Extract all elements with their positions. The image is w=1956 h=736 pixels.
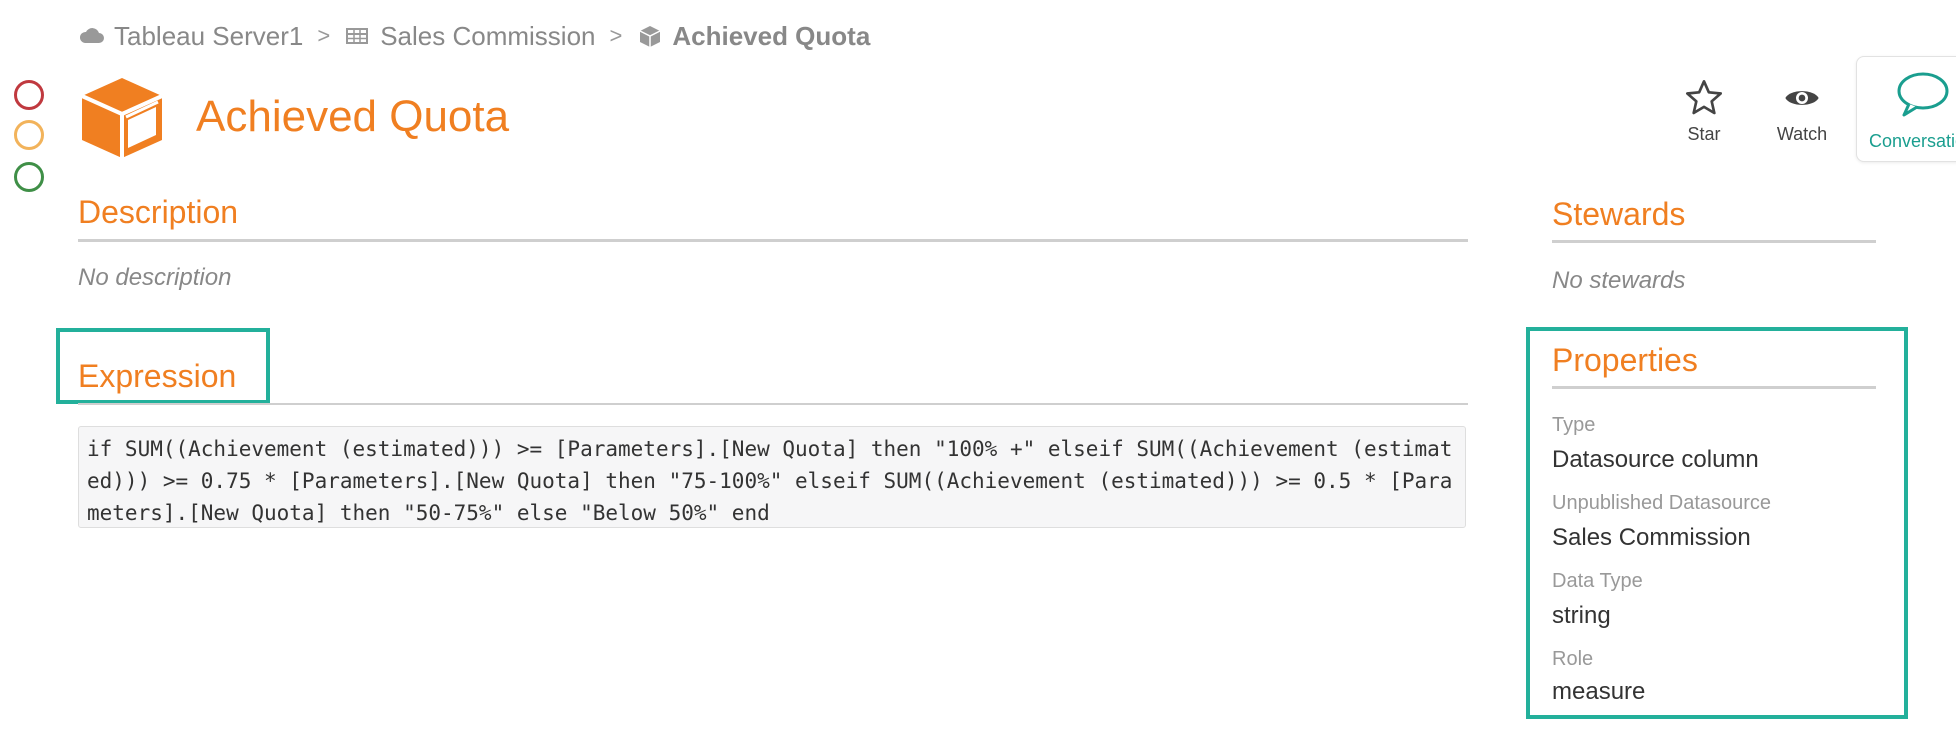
datasource-icon bbox=[346, 28, 369, 44]
breadcrumb-item-current: Achieved Quota bbox=[636, 21, 870, 52]
property-label-data-type: Data Type bbox=[1552, 570, 1643, 592]
breadcrumb-label[interactable]: Sales Commission bbox=[380, 21, 595, 52]
expression-divider bbox=[78, 403, 1468, 405]
status-indicator-red[interactable] bbox=[14, 80, 44, 110]
breadcrumb-label[interactable]: Tableau Server1 bbox=[114, 21, 303, 52]
star-label[interactable]: Star bbox=[1687, 124, 1720, 144]
property-label-role: Role bbox=[1552, 648, 1594, 670]
breadcrumb: Tableau Server1 > Sales Commission > Ach… bbox=[78, 18, 870, 54]
breadcrumb-label: Achieved Quota bbox=[672, 20, 871, 51]
star-icon bbox=[1686, 80, 1722, 115]
description-text: No description bbox=[78, 264, 232, 291]
page-title: Achieved Quota bbox=[196, 92, 510, 141]
eye-icon bbox=[1785, 91, 1819, 105]
cube-icon bbox=[640, 26, 661, 47]
expression-code: if SUM((Achievement (estimated))) >= [Pa… bbox=[78, 426, 1466, 528]
breadcrumb-separator: > bbox=[609, 23, 623, 48]
description-divider bbox=[78, 239, 1468, 242]
breadcrumb-item-server[interactable]: Tableau Server1 bbox=[78, 21, 303, 52]
watch-label[interactable]: Watch bbox=[1777, 124, 1827, 144]
stewards-text: No stewards bbox=[1552, 267, 1686, 294]
stewards-heading: Stewards bbox=[1552, 196, 1686, 232]
watch-button[interactable]: Watch bbox=[1762, 78, 1842, 145]
star-button[interactable]: Star bbox=[1664, 78, 1744, 145]
conversations-tab[interactable]: Conversations bbox=[1856, 56, 1956, 162]
conversations-label[interactable]: Conversations bbox=[1869, 131, 1956, 152]
expression-heading: Expression bbox=[78, 358, 237, 394]
status-indicator-green[interactable] bbox=[14, 162, 44, 192]
property-label-unpublished-datasource: Unpublished Datasource bbox=[1552, 492, 1772, 514]
property-value-data-type: string bbox=[1552, 602, 1611, 629]
status-indicator-yellow[interactable] bbox=[14, 120, 44, 150]
speech-bubble-icon bbox=[1897, 72, 1949, 117]
cube-icon bbox=[81, 78, 163, 158]
property-value-role: measure bbox=[1552, 678, 1646, 705]
property-label-type: Type bbox=[1552, 414, 1596, 436]
cloud-icon bbox=[79, 28, 104, 43]
property-value-unpublished-datasource[interactable]: Sales Commission bbox=[1552, 524, 1751, 552]
properties-divider bbox=[1552, 386, 1876, 389]
properties-heading: Properties bbox=[1552, 342, 1698, 378]
property-value-type: Datasource column bbox=[1552, 446, 1759, 473]
description-heading: Description bbox=[78, 194, 239, 230]
breadcrumb-item-datasource[interactable]: Sales Commission bbox=[344, 21, 596, 52]
stewards-divider bbox=[1552, 240, 1876, 243]
breadcrumb-separator: > bbox=[317, 23, 331, 48]
